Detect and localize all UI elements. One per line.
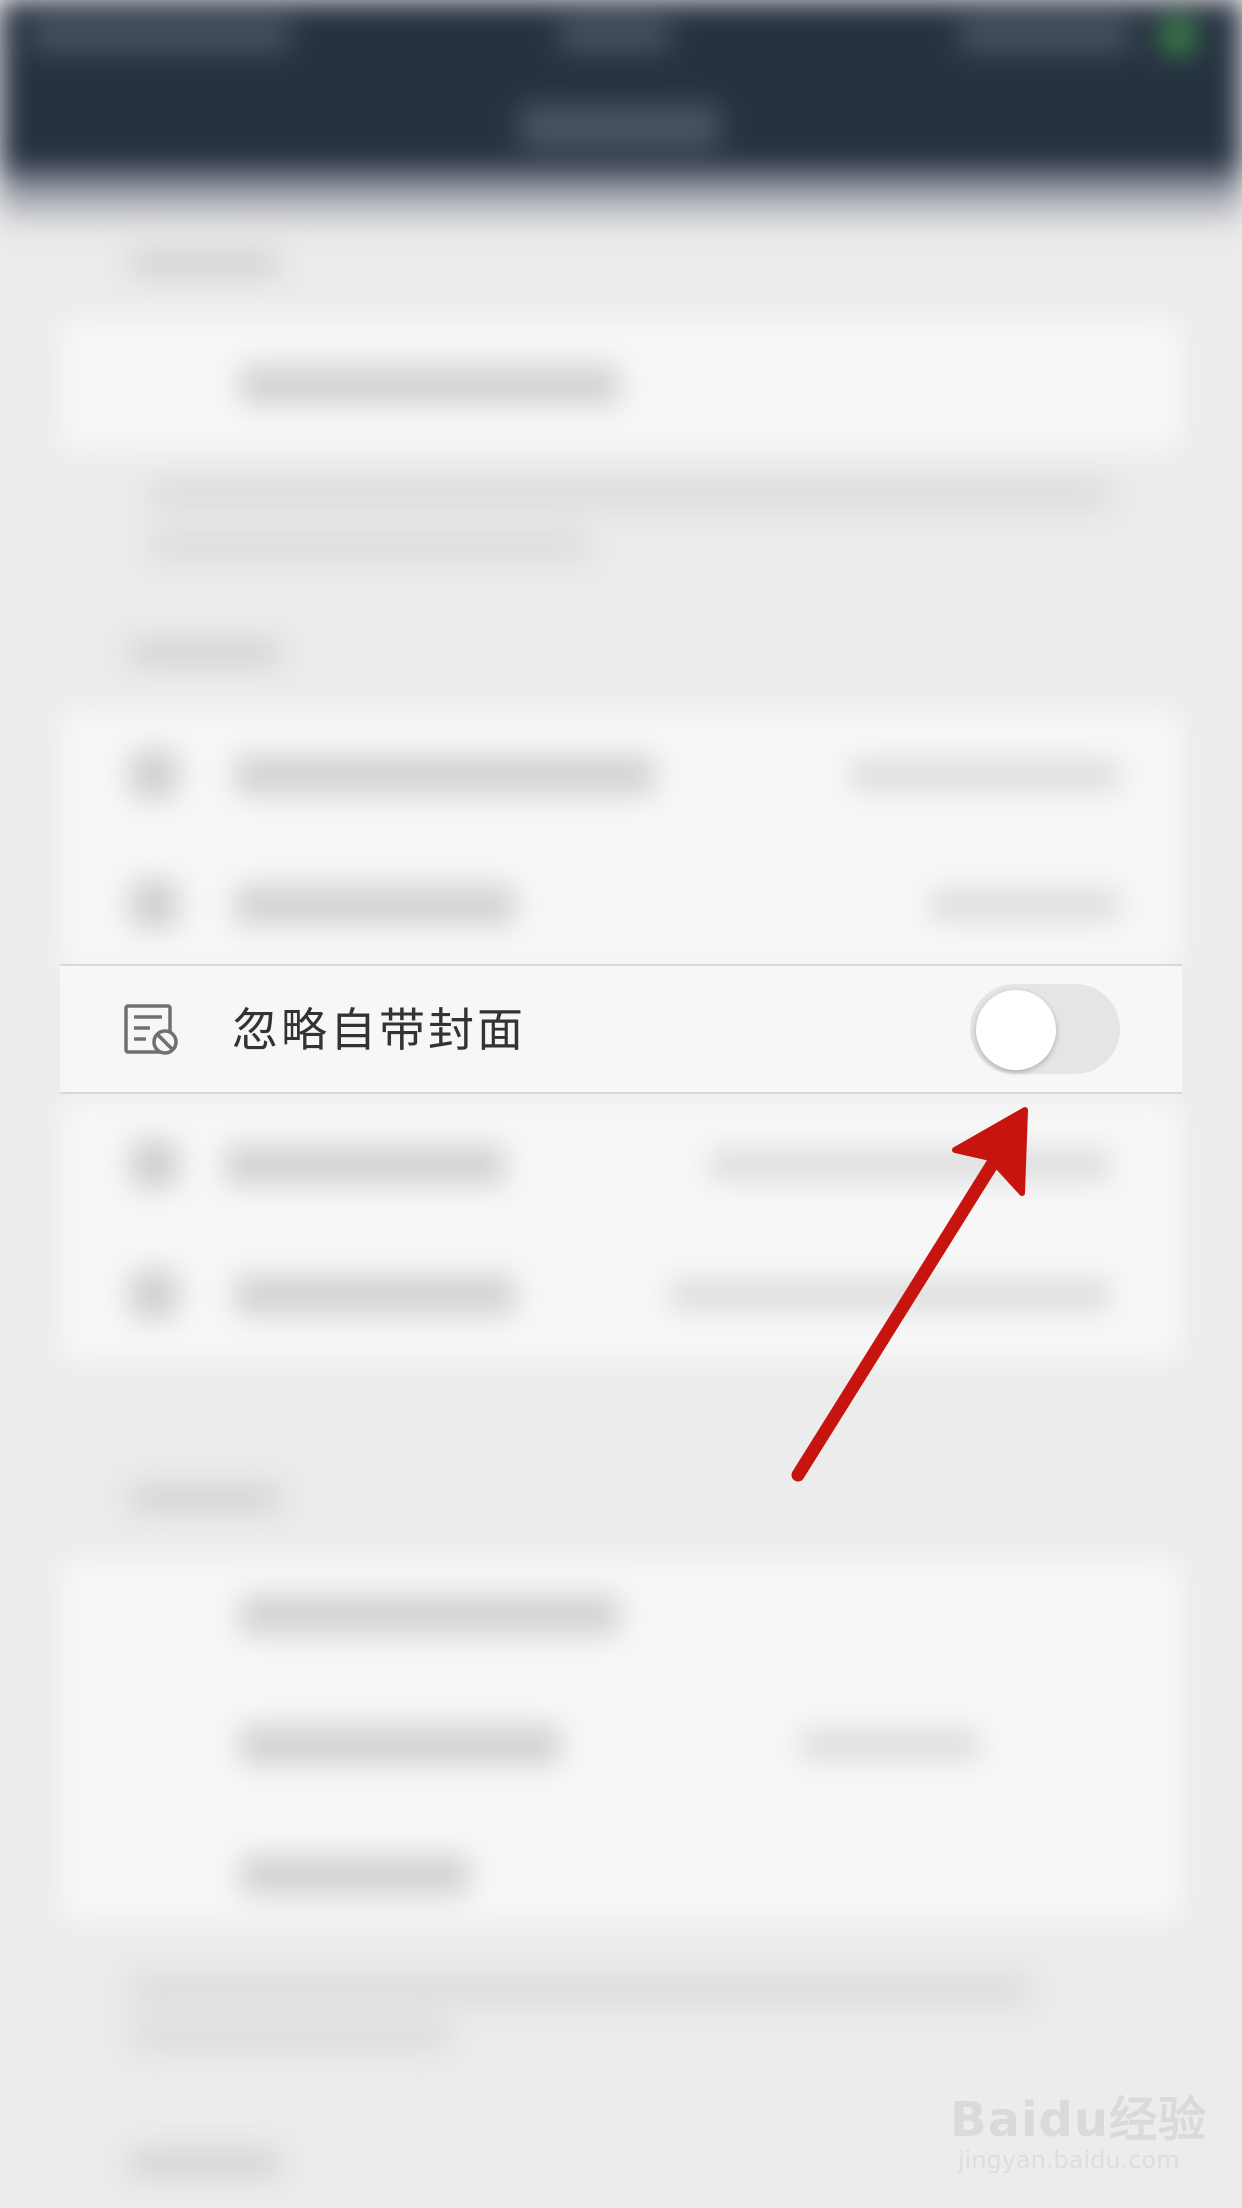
- blurred-row-6: [240, 1595, 620, 1635]
- settings-screen: 忽略自带封面 Baidu经验 jingyan.baidu.com: [0, 0, 1242, 2208]
- blurred-row-7: [240, 1725, 560, 1765]
- blurred-icon-d: [130, 1270, 178, 1318]
- blurred-header-fade: [0, 170, 1242, 230]
- blurred-card-4: [60, 1560, 1182, 1920]
- blurred-status-right: [960, 20, 1130, 50]
- blurred-section-3: [130, 1485, 280, 1511]
- blurred-section-1: [130, 250, 280, 276]
- blurred-background: [0, 0, 1242, 2208]
- blurred-value-3: [930, 890, 1120, 920]
- blurred-note-3: [130, 1975, 1030, 2005]
- blurred-battery: [1160, 18, 1196, 54]
- blurred-row-2: [235, 755, 655, 795]
- blurred-section-4: [130, 2150, 280, 2176]
- blurred-row-3: [235, 885, 515, 925]
- ignore-cover-toggle[interactable]: [970, 984, 1120, 1074]
- cover-ignore-icon: [124, 1004, 180, 1056]
- blurred-icon-a: [130, 750, 178, 798]
- toggle-knob: [976, 990, 1056, 1070]
- blurred-icon-b: [130, 880, 178, 928]
- setting-label: 忽略自带封面: [232, 1003, 526, 1057]
- baidu-watermark: Baidu经验 jingyan.baidu.com: [950, 2080, 1206, 2190]
- blurred-status-left: [30, 20, 290, 50]
- blurred-row-5: [235, 1275, 515, 1315]
- blurred-note-2: [150, 530, 590, 560]
- blurred-status-time: [560, 20, 670, 50]
- blurred-icon-c: [130, 1140, 178, 1188]
- blurred-note-4: [130, 2020, 450, 2050]
- blurred-title: [520, 105, 720, 149]
- blurred-note-1: [150, 480, 1110, 510]
- blurred-row-1: [240, 365, 620, 405]
- blurred-value-7: [800, 1730, 980, 1760]
- watermark-url: jingyan.baidu.com: [958, 2146, 1180, 2174]
- blurred-card-2: [60, 710, 1182, 970]
- blurred-value-5: [670, 1280, 1110, 1310]
- blurred-value-4: [710, 1150, 1110, 1180]
- blurred-row-4: [225, 1145, 505, 1185]
- setting-row-ignore-cover[interactable]: 忽略自带封面: [60, 964, 1182, 1094]
- blurred-row-8: [240, 1855, 470, 1895]
- blurred-card-3: [60, 1100, 1182, 1360]
- blurred-section-2: [130, 640, 280, 666]
- watermark-brand: Baidu经验: [950, 2092, 1207, 2148]
- blurred-card-1: [60, 320, 1182, 450]
- blurred-value-2: [850, 760, 1120, 790]
